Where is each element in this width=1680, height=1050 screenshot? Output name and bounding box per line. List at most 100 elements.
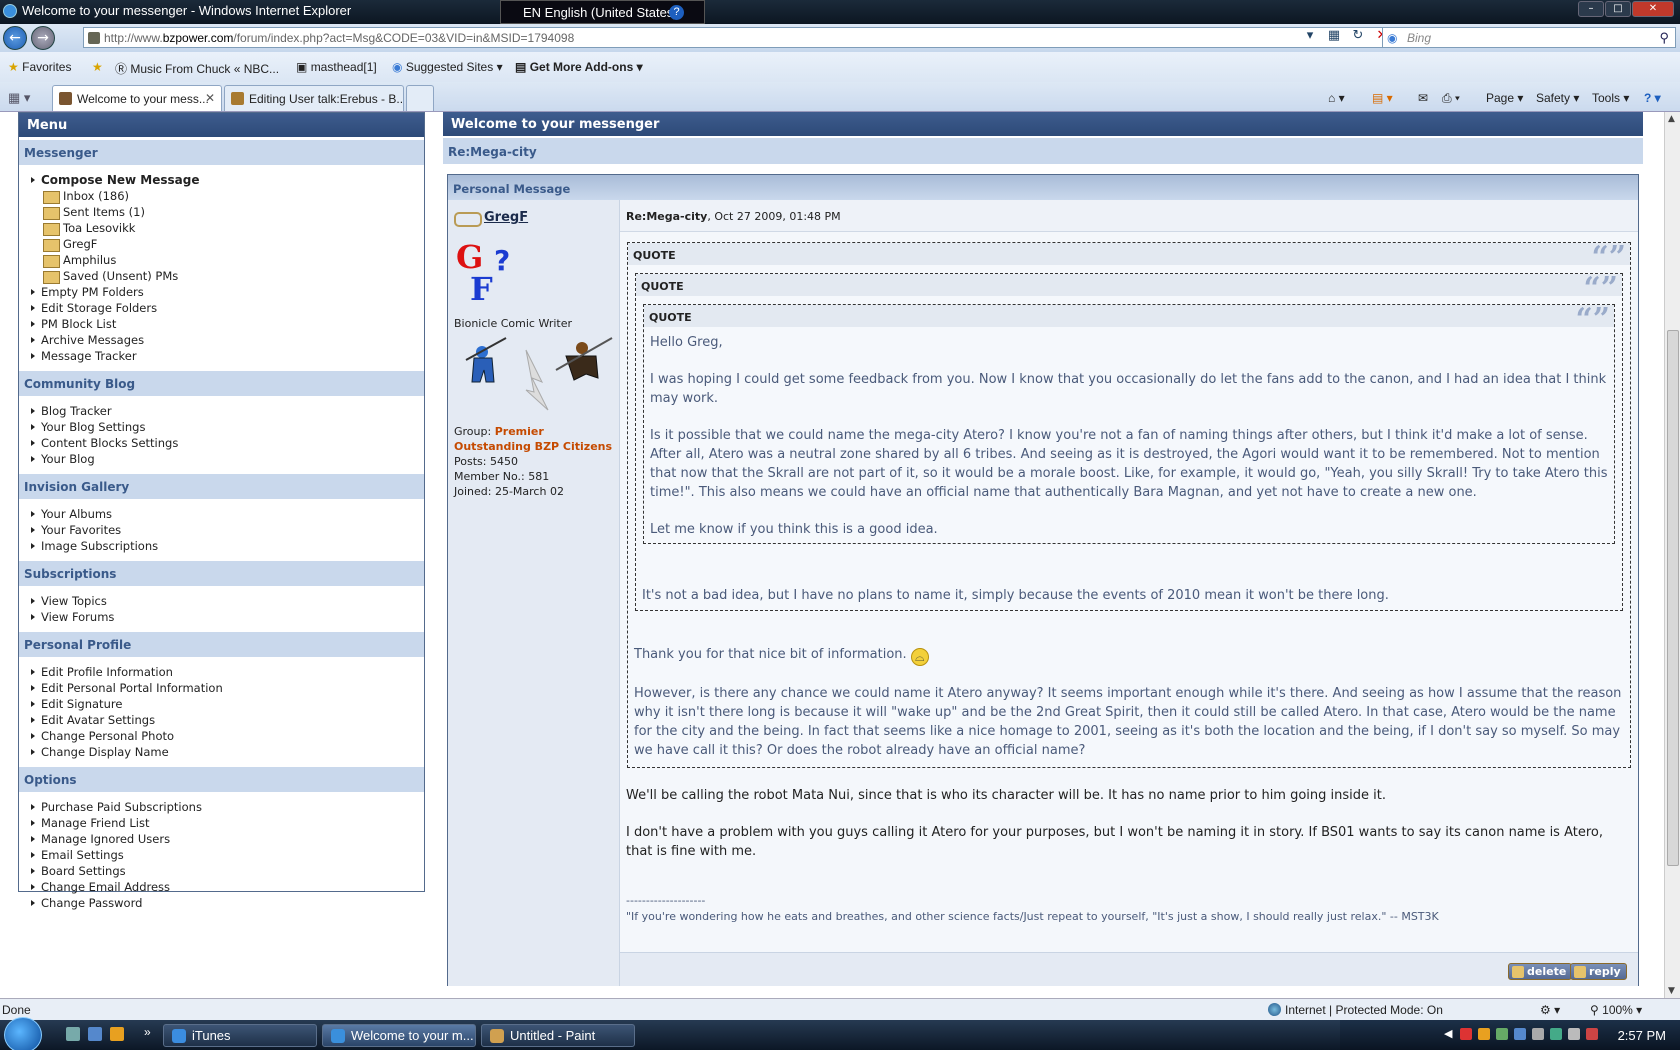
- menu-item-empty-pm-folders[interactable]: Empty PM Folders: [19, 285, 424, 301]
- switch-windows-icon[interactable]: [88, 1027, 102, 1041]
- maximize-button[interactable]: □: [1605, 1, 1631, 17]
- menu-item-edit-signature[interactable]: Edit Signature: [19, 697, 424, 713]
- menu-item-purchase-paid-subscriptions[interactable]: Purchase Paid Subscriptions: [19, 800, 424, 816]
- refresh-icon[interactable]: ↻: [1348, 28, 1368, 47]
- help-menu-icon[interactable]: ? ▾: [1644, 91, 1661, 105]
- taskbar-ie-window[interactable]: Welcome to your m...: [322, 1024, 476, 1047]
- menu-item-sent-items-1[interactable]: Sent Items (1): [19, 205, 424, 221]
- menu-item-archive-messages[interactable]: Archive Messages: [19, 333, 424, 349]
- zoom-control[interactable]: ⚲ 100% ▾: [1590, 1003, 1642, 1017]
- menu-item-inbox-186[interactable]: Inbox (186): [19, 189, 424, 205]
- tray-app-icon[interactable]: [1586, 1028, 1598, 1040]
- menu-item-edit-personal-portal-information[interactable]: Edit Personal Portal Information: [19, 681, 424, 697]
- message-column: Re:Mega-city, Oct 27 2009, 01:48 PM QUOT…: [620, 200, 1638, 986]
- media-player-icon[interactable]: [110, 1027, 124, 1041]
- favorite-link-music[interactable]: Ⓡ Music From Chuck « NBC...: [115, 60, 279, 77]
- feeds-icon[interactable]: ▤ ▾: [1372, 91, 1393, 105]
- forward-button[interactable]: →: [31, 26, 55, 50]
- search-icon[interactable]: ⚲: [1659, 30, 1669, 46]
- quick-tabs-icon[interactable]: ▦ ▾: [8, 90, 30, 106]
- popup-blocker-icon[interactable]: ⚙ ▾: [1540, 1003, 1560, 1017]
- menu-item-view-topics[interactable]: View Topics: [19, 594, 424, 610]
- author-title: Bionicle Comic Writer: [454, 317, 573, 330]
- menu-item-change-password[interactable]: Change Password: [19, 896, 424, 912]
- page-menu[interactable]: Page ▾: [1486, 91, 1523, 105]
- compatibility-view-icon[interactable]: ▦: [1324, 28, 1344, 47]
- close-button[interactable]: ✕: [1632, 1, 1674, 17]
- home-icon[interactable]: ⌂ ▾: [1328, 91, 1345, 105]
- help-icon[interactable]: ?: [669, 5, 684, 20]
- menu-item-manage-friend-list[interactable]: Manage Friend List: [19, 816, 424, 832]
- menu-item-change-email-address[interactable]: Change Email Address: [19, 880, 424, 896]
- network-icon[interactable]: [1550, 1028, 1562, 1040]
- ie-icon: [3, 4, 17, 18]
- taskbar-paint[interactable]: Untitled - Paint: [481, 1024, 635, 1047]
- close-tab-icon[interactable]: ✕: [205, 91, 215, 105]
- tools-menu[interactable]: Tools ▾: [1592, 91, 1629, 105]
- get-more-addons-button[interactable]: ▤ Get More Add-ons ▾: [515, 60, 643, 74]
- menu-item-your-blog-settings[interactable]: Your Blog Settings: [19, 420, 424, 436]
- menu-item-manage-ignored-users[interactable]: Manage Ignored Users: [19, 832, 424, 848]
- favorites-button[interactable]: ★ Favorites: [8, 60, 71, 74]
- menu-item-message-tracker[interactable]: Message Tracker: [19, 349, 424, 365]
- minimize-button[interactable]: –: [1578, 1, 1604, 17]
- quick-launch-expand-icon[interactable]: »: [144, 1025, 151, 1039]
- volume-icon[interactable]: [1568, 1028, 1580, 1040]
- menu-item-view-forums[interactable]: View Forums: [19, 610, 424, 626]
- bionicle-figures-image: [465, 337, 613, 411]
- menu-item-saved-unsent-pms[interactable]: Saved (Unsent) PMs: [19, 269, 424, 285]
- author-avatar: G F ?: [456, 238, 510, 304]
- dropdown-arrow-icon[interactable]: ▾: [1300, 28, 1320, 47]
- menu-item-your-albums[interactable]: Your Albums: [19, 507, 424, 523]
- menu-item-edit-storage-folders[interactable]: Edit Storage Folders: [19, 301, 424, 317]
- scroll-thumb[interactable]: [1667, 330, 1679, 866]
- scroll-up-icon[interactable]: ▲: [1668, 114, 1675, 124]
- add-favorite-icon[interactable]: ★: [92, 60, 103, 74]
- menu-item-image-subscriptions[interactable]: Image Subscriptions: [19, 539, 424, 555]
- reply-button[interactable]: reply: [1570, 963, 1627, 980]
- tab-editing-user-talk[interactable]: Editing User talk:Erebus - B...: [224, 85, 404, 111]
- taskbar-itunes[interactable]: iTunes: [163, 1024, 317, 1047]
- tray-app-icon[interactable]: [1478, 1028, 1490, 1040]
- menu-section-header: Personal Profile: [19, 632, 424, 657]
- menu-item-amphilus[interactable]: Amphilus: [19, 253, 424, 269]
- show-desktop-icon[interactable]: [66, 1027, 80, 1041]
- favorite-link-masthead[interactable]: ▣ masthead[1]: [296, 60, 377, 74]
- print-icon[interactable]: ⎙ ▾: [1442, 91, 1460, 106]
- tab-welcome-messenger[interactable]: Welcome to your mess... ✕: [52, 85, 222, 111]
- scroll-down-icon[interactable]: ▼: [1668, 986, 1675, 996]
- tray-app-icon[interactable]: [1496, 1028, 1508, 1040]
- new-tab-button[interactable]: [406, 85, 434, 111]
- menu-item-content-blocks-settings[interactable]: Content Blocks Settings: [19, 436, 424, 452]
- menu-item-email-settings[interactable]: Email Settings: [19, 848, 424, 864]
- start-button[interactable]: [4, 1017, 42, 1050]
- menu-item-pm-block-list[interactable]: PM Block List: [19, 317, 424, 333]
- suggested-sites-button[interactable]: ◉ Suggested Sites ▾: [392, 60, 503, 74]
- read-mail-icon[interactable]: ✉: [1418, 91, 1428, 105]
- page-scrollbar[interactable]: ▲ ▼: [1664, 112, 1680, 998]
- menu-item-gregf[interactable]: GregF: [19, 237, 424, 253]
- menu-item-board-settings[interactable]: Board Settings: [19, 864, 424, 880]
- menu-item-your-blog[interactable]: Your Blog: [19, 452, 424, 468]
- language-bar[interactable]: EN English (United States) ?: [500, 0, 705, 24]
- back-button[interactable]: ←: [3, 26, 27, 50]
- menu-item-change-personal-photo[interactable]: Change Personal Photo: [19, 729, 424, 745]
- search-input[interactable]: ◉ Bing ⚲: [1382, 27, 1676, 48]
- smiley-icon: ⌓: [910, 648, 929, 666]
- author-name-link[interactable]: GregF: [454, 210, 528, 227]
- tray-app-icon[interactable]: [1514, 1028, 1526, 1040]
- safety-menu[interactable]: Safety ▾: [1536, 91, 1579, 105]
- menu-item-your-favorites[interactable]: Your Favorites: [19, 523, 424, 539]
- tray-app-icon[interactable]: [1460, 1028, 1472, 1040]
- address-bar[interactable]: http://www.bzpower.com/forum/index.php?a…: [83, 27, 1383, 48]
- menu-item-blog-tracker[interactable]: Blog Tracker: [19, 404, 424, 420]
- menu-item-change-display-name[interactable]: Change Display Name: [19, 745, 424, 761]
- menu-item-compose-new-message[interactable]: Compose New Message: [19, 173, 424, 189]
- tray-expand-icon[interactable]: ◀: [1444, 1027, 1452, 1040]
- tray-app-icon[interactable]: [1532, 1028, 1544, 1040]
- menu-item-edit-avatar-settings[interactable]: Edit Avatar Settings: [19, 713, 424, 729]
- delete-button[interactable]: delete: [1508, 963, 1573, 980]
- menu-item-edit-profile-information[interactable]: Edit Profile Information: [19, 665, 424, 681]
- taskbar-clock[interactable]: 2:57 PM: [1618, 1028, 1666, 1043]
- menu-item-toa-lesovikk[interactable]: Toa Lesovikk: [19, 221, 424, 237]
